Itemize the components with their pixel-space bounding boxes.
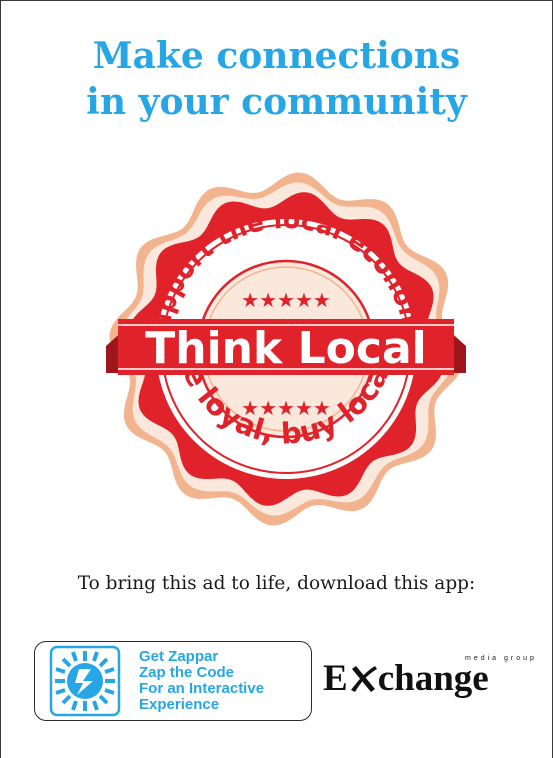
headline-line-2: in your community xyxy=(86,81,467,123)
zappar-line: Zap the Code xyxy=(139,664,235,681)
svg-text:★★★★★: ★★★★★ xyxy=(241,396,331,420)
zappar-line: For an Interactive xyxy=(139,680,265,697)
exchange-word-start: E xyxy=(323,658,348,699)
headline: Make connections in your community xyxy=(1,33,552,125)
zappar-line: Get Zappar xyxy=(139,648,219,665)
banner-text: Think Local xyxy=(145,323,426,374)
zappar-logo-icon xyxy=(49,645,121,717)
seal-stars-top: ★★★★★ xyxy=(241,288,331,312)
zappar-badge[interactable]: Get Zappar Zap the Code For an Interacti… xyxy=(34,641,312,721)
seal-stars-bottom: ★★★★★ xyxy=(241,396,331,420)
seal-graphic: Support the local economy Be loyal, buy … xyxy=(86,161,466,526)
exchange-logo: media group E change xyxy=(323,649,541,709)
think-local-seal: Support the local economy Be loyal, buy … xyxy=(86,161,486,541)
svg-text:★★★★★: ★★★★★ xyxy=(241,288,331,312)
zappar-line: Experience xyxy=(139,696,220,713)
zappar-instructions: Get Zappar Zap the Code For an Interacti… xyxy=(139,649,264,713)
exchange-wordmark: E change xyxy=(323,657,489,701)
x-swoosh-icon xyxy=(350,666,377,692)
exchange-word-end: change xyxy=(377,658,489,699)
download-prompt: To bring this ad to life, download this … xyxy=(77,573,476,594)
ad-page: Make connections in your community Suppo… xyxy=(0,0,553,758)
headline-line-1: Make connections xyxy=(92,35,461,77)
